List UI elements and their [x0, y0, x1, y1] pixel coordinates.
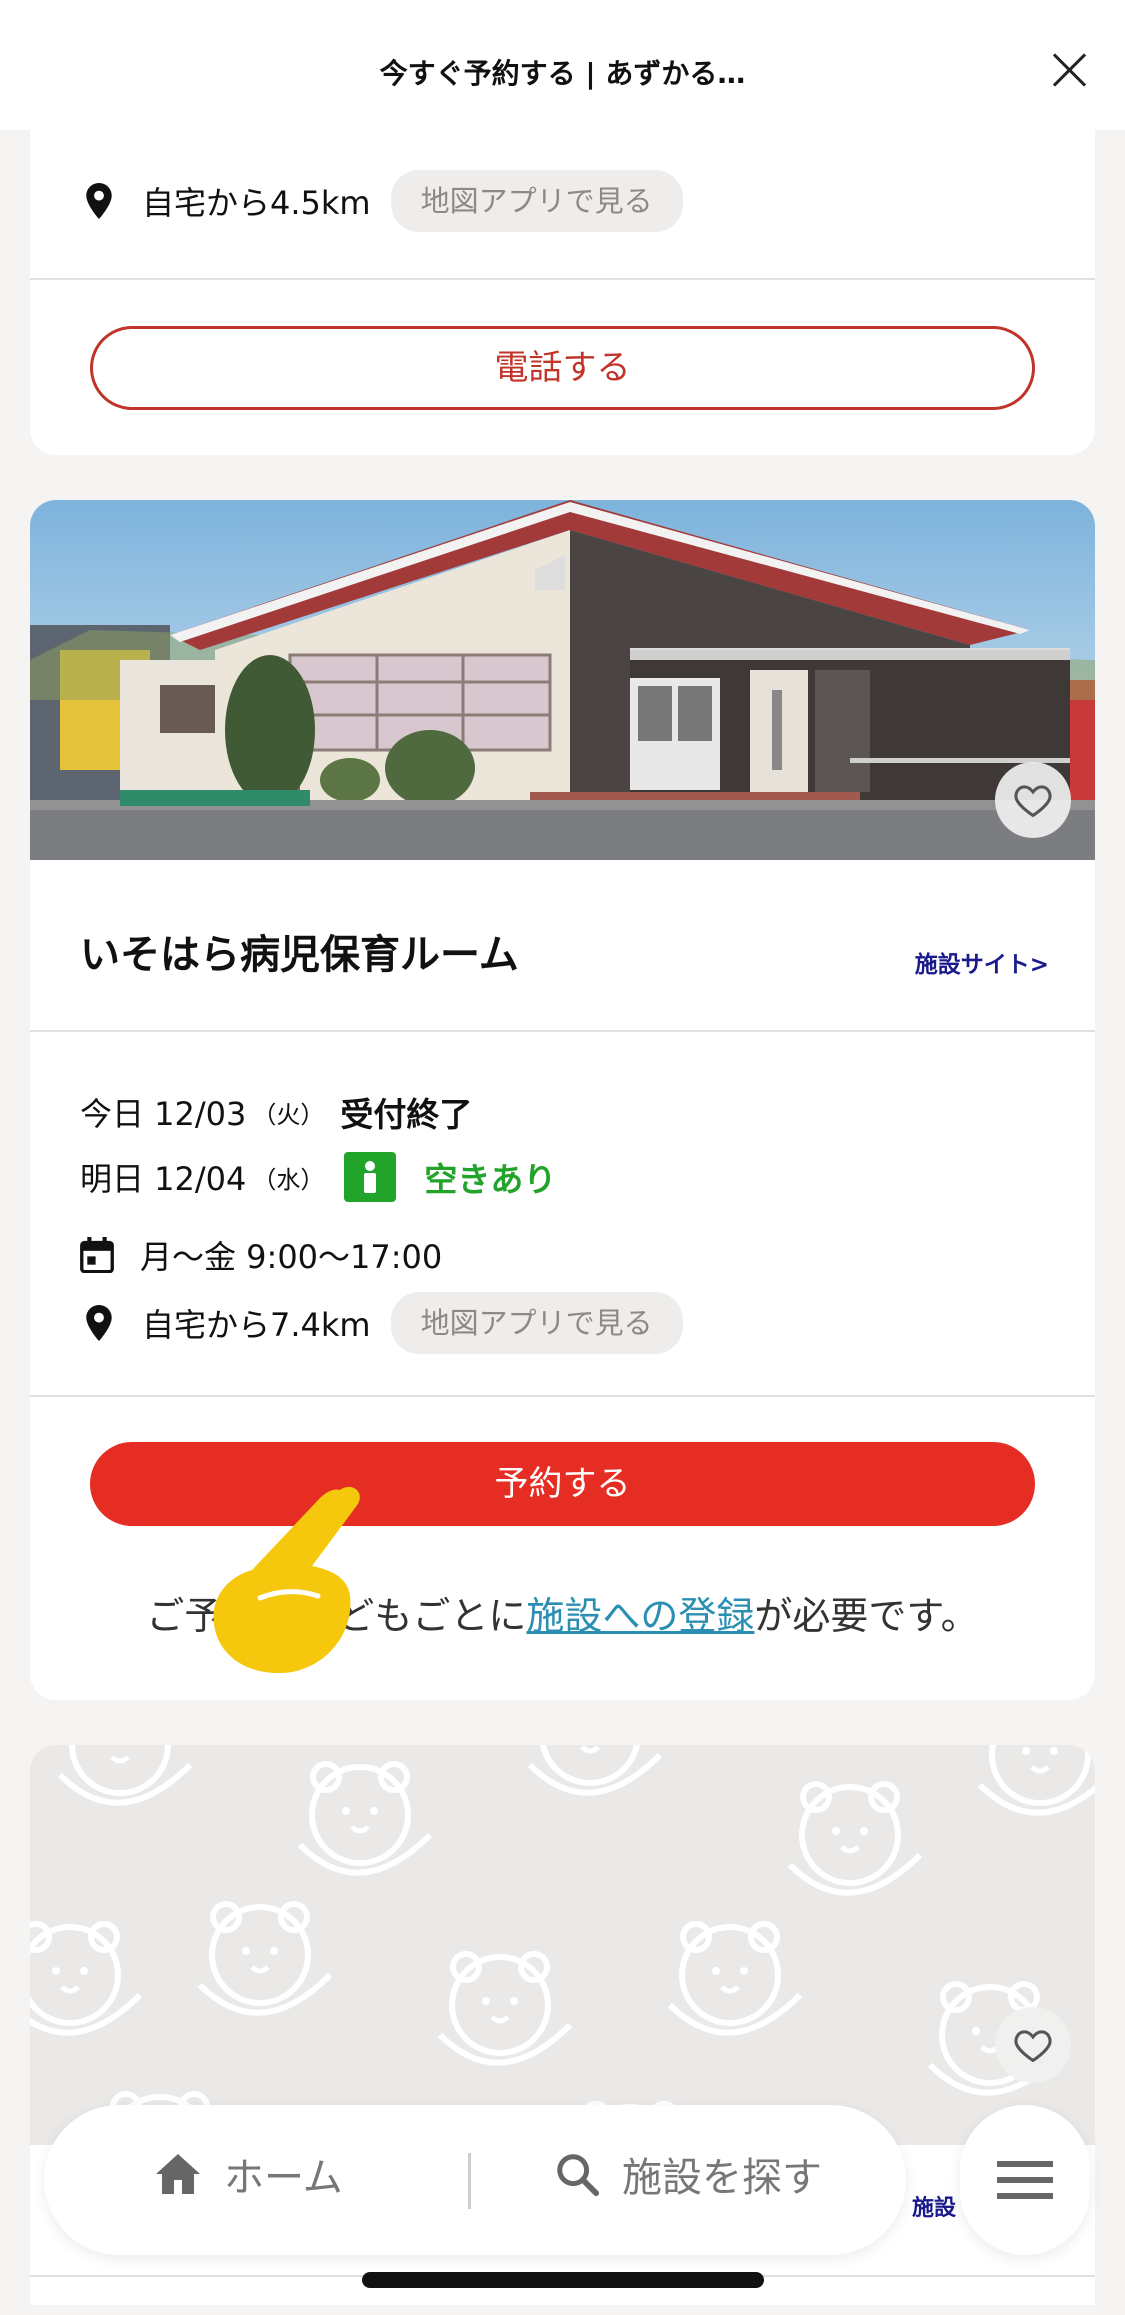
availability-icon — [344, 1152, 397, 1202]
facility-registration-link[interactable]: 施設への登録 — [526, 1594, 754, 1638]
tomorrow-dow: （水） — [252, 1165, 325, 1194]
favorite-button[interactable] — [995, 2007, 1071, 2083]
nav-home[interactable]: ホーム — [154, 2145, 343, 2203]
map-app-button[interactable]: 地図アプリで見る — [390, 1292, 683, 1354]
divider — [30, 1395, 1095, 1397]
facility-name: いそはら病児保育ルーム — [80, 932, 519, 978]
map-app-button[interactable]: 地図アプリで見る — [390, 170, 683, 232]
home-icon — [156, 2154, 200, 2194]
hamburger-menu-icon — [997, 2161, 1053, 2199]
hours-row: 月〜金 9:00〜17:00 — [80, 1232, 442, 1278]
distance-row: 自宅から4.5km 地図アプリで見る — [86, 170, 683, 232]
today-availability: 今日 12/03 （火） 受付終了 — [80, 1088, 472, 1136]
close-icon[interactable] — [1049, 50, 1089, 90]
home-indicator — [362, 2272, 764, 2288]
nav-home-label: ホーム — [224, 2155, 343, 2201]
facility-site-link-partial[interactable]: 施設 — [912, 2190, 956, 2222]
location-pin-icon — [86, 183, 112, 219]
divider — [30, 1030, 1095, 1032]
tomorrow-status: 空きあり — [424, 1160, 557, 1199]
modal-header: 今すぐ予約する | あずかる… — [0, 0, 1125, 130]
facility-site-link[interactable]: 施設サイト> — [915, 945, 1049, 979]
placeholder-bear-pattern — [30, 1745, 1095, 2145]
nav-search[interactable]: 施設を探す — [554, 2145, 822, 2203]
tomorrow-availability: 明日 12/04 （水） 空きあり — [80, 1152, 556, 1202]
nav-search-label: 施設を探す — [622, 2155, 822, 2201]
search-icon — [557, 2154, 600, 2197]
today-label: 今日 12/03 — [80, 1095, 247, 1133]
heart-icon — [1014, 2030, 1052, 2062]
header-title: 今すぐ予約する | あずかる… — [379, 57, 746, 90]
today-status: 受付終了 — [340, 1095, 473, 1134]
location-pin-icon — [86, 1305, 112, 1341]
facility-card-previous: 自宅から4.5km 地図アプリで見る 電話する — [30, 110, 1095, 455]
note-suffix: が必要です。 — [754, 1594, 979, 1638]
calendar-icon — [80, 1237, 114, 1273]
divider — [30, 278, 1095, 280]
nav-separator — [468, 2153, 471, 2209]
distance-row: 自宅から7.4km 地図アプリで見る — [86, 1292, 683, 1354]
heart-icon — [1014, 785, 1052, 817]
registration-note: ご予約の子どもごとに施設への登録が必要です。 — [30, 1585, 1095, 1640]
facility-photo — [30, 500, 1095, 860]
tomorrow-label: 明日 12/04 — [80, 1160, 247, 1198]
favorite-button[interactable] — [995, 762, 1071, 838]
facility-card: いそはら病児保育ルーム 施設サイト> 今日 12/03 （火） 受付終了 明日 … — [30, 500, 1095, 1700]
business-hours: 月〜金 9:00〜17:00 — [140, 1238, 443, 1276]
bottom-navigation: ホーム 施設を探す — [44, 2105, 906, 2255]
today-dow: （火） — [252, 1100, 325, 1129]
call-button[interactable]: 電話する — [90, 326, 1035, 410]
pointing-hand-icon — [213, 1486, 360, 1674]
distance-text: 自宅から4.5km — [142, 184, 371, 222]
menu-button[interactable] — [960, 2105, 1090, 2255]
distance-text: 自宅から7.4km — [142, 1306, 371, 1344]
